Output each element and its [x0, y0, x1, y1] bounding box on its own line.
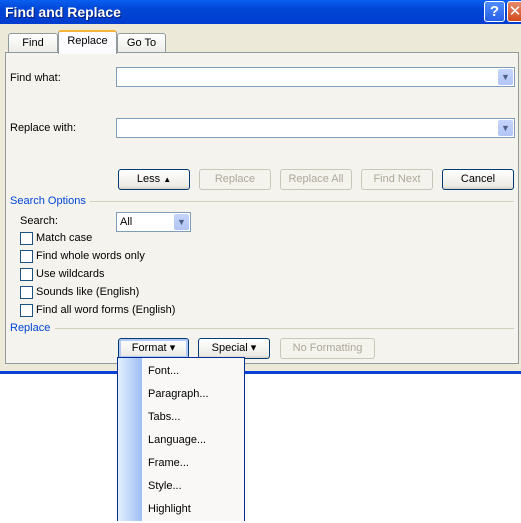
- whole-words-checkbox[interactable]: [20, 250, 33, 263]
- cancel-button[interactable]: Cancel: [442, 169, 514, 190]
- menu-item-language[interactable]: Language...: [148, 434, 206, 454]
- window-title: Find and Replace: [5, 4, 121, 20]
- wildcards-checkbox[interactable]: [20, 268, 33, 281]
- dropdown-arrow-icon: ▾: [250, 342, 257, 354]
- divider: [90, 201, 514, 202]
- replace-button[interactable]: Replace: [199, 169, 271, 190]
- match-case-checkbox[interactable]: [20, 232, 33, 245]
- special-button[interactable]: Special ▾: [198, 338, 270, 359]
- chevron-down-icon[interactable]: ▼: [174, 214, 189, 230]
- dropdown-arrow-icon: ▾: [169, 342, 176, 354]
- menu-item-frame[interactable]: Frame...: [148, 457, 189, 477]
- search-options-heading: Search Options: [10, 195, 86, 207]
- divider: [55, 328, 514, 329]
- collapse-up-icon: ▲: [163, 175, 172, 184]
- word-forms-checkbox[interactable]: [20, 304, 33, 317]
- no-formatting-button[interactable]: No Formatting: [280, 338, 375, 359]
- whole-words-label: Find whole words only: [36, 250, 145, 262]
- help-button[interactable]: ?: [484, 1, 505, 22]
- chevron-down-icon[interactable]: ▼: [498, 120, 513, 136]
- find-replace-dialog: Find and Replace ? ✕ Find Replace Go To …: [0, 0, 521, 374]
- wildcards-label: Use wildcards: [36, 268, 105, 280]
- tab-find[interactable]: Find: [8, 33, 58, 53]
- tab-replace[interactable]: Replace: [58, 30, 117, 54]
- menu-icon-strip: [118, 358, 142, 521]
- word-forms-label: Find all word forms (English): [36, 304, 176, 316]
- tab-goto[interactable]: Go To: [117, 33, 166, 53]
- find-what-input[interactable]: ▼: [116, 67, 515, 87]
- replace-heading: Replace: [10, 322, 51, 334]
- menu-item-style[interactable]: Style...: [148, 480, 182, 500]
- format-label: Format: [131, 342, 167, 354]
- title-bar: Find and Replace: [0, 0, 521, 24]
- less-button[interactable]: Less ▲: [118, 169, 190, 190]
- find-next-button[interactable]: Find Next: [361, 169, 433, 190]
- find-what-label: Find what:: [10, 72, 61, 84]
- replace-tab-panel: [5, 52, 519, 364]
- chevron-down-icon[interactable]: ▼: [498, 69, 513, 85]
- close-button[interactable]: ✕: [507, 1, 521, 22]
- format-button[interactable]: Format ▾: [118, 338, 189, 359]
- sounds-like-checkbox[interactable]: [20, 286, 33, 299]
- replace-with-input[interactable]: ▼: [116, 118, 515, 138]
- menu-item-paragraph[interactable]: Paragraph...: [148, 388, 209, 408]
- replace-all-button[interactable]: Replace All: [280, 169, 352, 190]
- menu-item-highlight[interactable]: Highlight: [148, 503, 191, 523]
- special-label: Special: [211, 342, 248, 354]
- replace-with-label: Replace with:: [10, 122, 77, 134]
- format-dropdown-menu: Font... Paragraph... Tabs... Language...…: [117, 357, 245, 521]
- search-direction-select[interactable]: All ▼: [116, 212, 191, 232]
- sounds-like-label: Sounds like (English): [36, 286, 140, 298]
- search-label: Search:: [20, 215, 58, 227]
- menu-item-tabs[interactable]: Tabs...: [148, 411, 180, 431]
- menu-item-font[interactable]: Font...: [148, 365, 179, 385]
- search-direction-value: All: [120, 216, 133, 228]
- match-case-label: Match case: [36, 232, 93, 244]
- less-label: Less: [136, 173, 161, 185]
